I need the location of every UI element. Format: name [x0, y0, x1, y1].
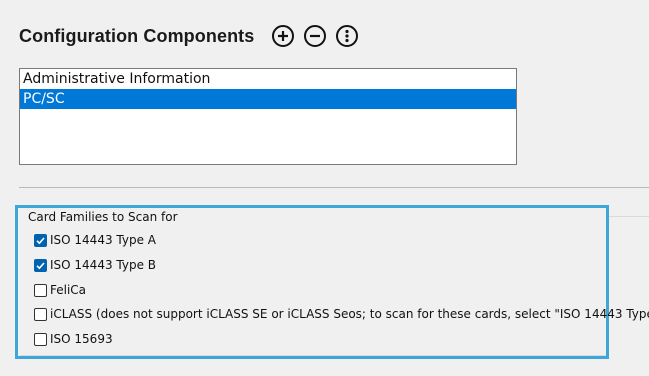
checkmark-icon [36, 261, 45, 269]
checkbox-felica[interactable]: FeliCa [34, 282, 86, 298]
more-options-button[interactable] [334, 23, 360, 49]
checkbox-box[interactable] [34, 283, 47, 297]
checkbox-label: ISO 15693 [50, 332, 113, 346]
checkbox-box[interactable] [34, 233, 47, 247]
checkbox-label: ISO 14443 Type A [50, 233, 156, 247]
panel-border-right [609, 216, 649, 217]
checkmark-icon [36, 236, 45, 244]
remove-circle-icon [304, 25, 327, 47]
checkbox-box[interactable] [34, 332, 47, 346]
checkbox-iso-14443-type-b[interactable]: ISO 14443 Type B [34, 257, 156, 273]
list-item-pcsc[interactable]: PC/SC [20, 89, 516, 109]
page-title: Configuration Components [19, 25, 255, 46]
add-circle-icon [272, 25, 295, 47]
checkbox-box[interactable] [34, 258, 47, 272]
list-item-administrative-information[interactable]: Administrative Information [20, 69, 516, 89]
checkbox-iclass[interactable]: iCLASS (does not support iCLASS SE or iC… [34, 306, 649, 322]
header: Configuration Components [19, 22, 360, 50]
header-toolbar [270, 23, 360, 49]
checkbox-iso-15693[interactable]: ISO 15693 [34, 331, 113, 347]
checkbox-label: iCLASS (does not support iCLASS SE or iC… [50, 307, 649, 321]
remove-component-button[interactable] [302, 23, 328, 49]
card-families-label: Card Families to Scan for [28, 210, 178, 224]
checkbox-box[interactable] [34, 307, 47, 321]
checkbox-label: FeliCa [50, 283, 87, 297]
checkbox-label: ISO 14443 Type B [50, 258, 157, 272]
section-divider [19, 187, 649, 188]
checkbox-iso-14443-type-a[interactable]: ISO 14443 Type A [34, 232, 156, 248]
add-component-button[interactable] [270, 23, 296, 49]
more-options-icon [336, 25, 359, 47]
components-listbox[interactable]: Administrative Information PC/SC [19, 68, 517, 165]
